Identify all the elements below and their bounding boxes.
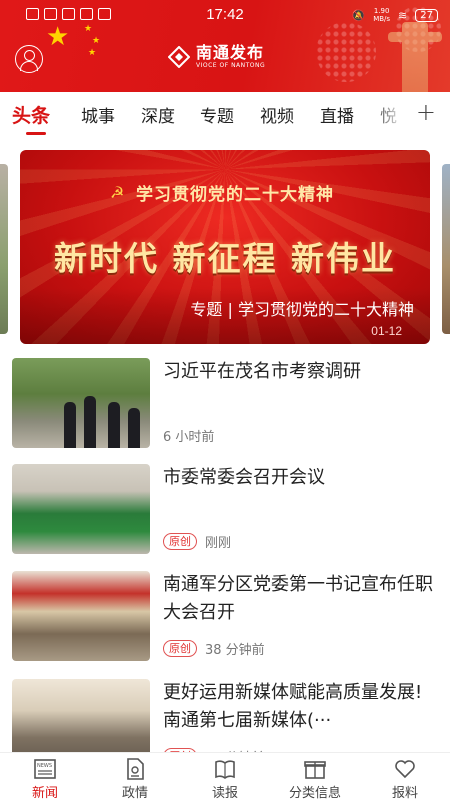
star-decoration-icon: ★ [46, 22, 70, 52]
star-decoration-icon: ★ [92, 36, 101, 46]
user-avatar-icon[interactable] [15, 45, 43, 73]
banner-date: 01-12 [371, 324, 402, 338]
carousel-next-slide[interactable] [442, 164, 450, 334]
original-badge: 原创 [163, 640, 197, 657]
person-figure [64, 402, 76, 448]
news-title: 南通军分区党委第一书记宣布任职大会召开 [163, 574, 433, 623]
wifi-icon: ≋ [398, 8, 408, 22]
news-time: 6 小时前 [163, 430, 215, 445]
active-tab-indicator [26, 132, 46, 135]
app-header: ★ ★ ★ ★ 17:42 🔕 1.90 MB/s ≋ 27 南通发布 VIOC… [0, 0, 450, 92]
banner-caption: 专题 | 学习贯彻党的二十大精神 [190, 300, 414, 319]
news-thumbnail [12, 464, 150, 554]
banner-slogan: 新时代 新征程 新伟业 [54, 239, 396, 278]
speed-value: 1.90 [373, 7, 390, 15]
nav-news-label: 新闻 [31, 786, 58, 800]
logo-mark-icon [168, 46, 190, 68]
nav-read-paper[interactable]: 读报 [180, 755, 270, 800]
news-title: 习近平在茂名市考察调研 [163, 361, 361, 382]
tab-city[interactable]: 城事 [81, 102, 115, 127]
person-figure [84, 396, 96, 448]
tabs-fade [370, 92, 410, 138]
nav-news[interactable]: NEWS 新闻 [0, 755, 90, 800]
status-bar: 17:42 🔕 1.90 MB/s ≋ 27 [0, 4, 450, 26]
nav-report-label: 报料 [391, 786, 418, 800]
nav-read-paper-label: 读报 [211, 786, 238, 800]
banner-topline: ☭ 学习贯彻党的二十大精神 [110, 180, 334, 205]
nav-classifieds-label: 分类信息 [288, 786, 341, 800]
status-right: 🔕 1.90 MB/s ≋ 27 [351, 7, 438, 23]
news-time: 38 分钟前 [205, 643, 265, 658]
nav-politics[interactable]: 政情 [90, 755, 180, 800]
channel-tabs: 头条 城事 深度 专题 视频 直播 悦 + [0, 92, 450, 138]
news-thumbnail [12, 358, 150, 448]
news-item[interactable]: 南通军分区党委第一书记宣布任职大会召开 原创 38 分钟前 [0, 571, 450, 679]
news-item[interactable]: 市委常委会召开会议 原创 刚刚 [0, 464, 450, 572]
pillar-decoration [388, 22, 442, 92]
banner-topline-text: 学习贯彻党的二十大精神 [136, 185, 334, 205]
mute-icon: 🔕 [351, 8, 366, 22]
firework-decoration [316, 22, 376, 82]
news-item[interactable]: 习近平在茂名市考察调研 6 小时前 [0, 358, 450, 466]
speed-unit: MB/s [373, 15, 391, 23]
news-title: 市委常委会召开会议 [163, 467, 325, 488]
person-figure [108, 402, 120, 448]
banner-carousel[interactable]: ☭ 学习贯彻党的二十大精神 新时代 新征程 新伟业 专题 | 学习贯彻党的二十大… [0, 138, 450, 356]
battery-indicator: 27 [415, 8, 438, 22]
news-title: 更好运用新媒体赋能高质量发展!南通第七届新媒体(··· [163, 682, 423, 731]
original-badge: 原创 [163, 533, 197, 550]
gift-box-icon [304, 761, 326, 779]
news-meta: 原创 刚刚 [163, 532, 231, 551]
tab-special[interactable]: 专题 [200, 102, 234, 127]
network-speed: 1.90 MB/s [373, 7, 390, 23]
news-icon: NEWS [34, 759, 56, 779]
svg-text:NEWS: NEWS [37, 763, 52, 769]
newspaper-icon [215, 760, 235, 779]
star-decoration-icon: ★ [88, 48, 97, 58]
heart-icon [395, 760, 415, 779]
tab-headlines[interactable]: 头条 [12, 101, 50, 128]
banner-slide[interactable]: ☭ 学习贯彻党的二十大精神 新时代 新征程 新伟业 专题 | 学习贯彻党的二十大… [20, 150, 430, 344]
nav-report[interactable]: 报料 [360, 755, 450, 800]
tab-depth[interactable]: 深度 [141, 102, 175, 127]
news-meta: 原创 38 分钟前 [163, 639, 265, 658]
plus-icon[interactable]: + [416, 98, 436, 126]
person-figure [128, 408, 140, 448]
party-emblem-icon: ☭ [110, 182, 125, 202]
news-thumbnail [12, 571, 150, 661]
news-meta: 6 小时前 [163, 426, 214, 445]
carousel-prev-slide[interactable] [0, 164, 8, 334]
app-logo: 南通发布 VIOCE OF NANTONG [168, 44, 265, 70]
nav-politics-label: 政情 [121, 786, 148, 800]
app-title: 南通发布 [196, 43, 265, 62]
nav-classifieds[interactable]: 分类信息 [270, 755, 360, 800]
news-time: 刚刚 [205, 536, 232, 551]
tab-video[interactable]: 视频 [260, 102, 294, 127]
bottom-navigation: NEWS 新闻 政情 读报 分类信息 报料 [0, 752, 450, 800]
app-subtitle: VIOCE OF NANTONG [196, 62, 266, 69]
tab-live[interactable]: 直播 [320, 102, 354, 127]
document-icon [127, 758, 144, 780]
